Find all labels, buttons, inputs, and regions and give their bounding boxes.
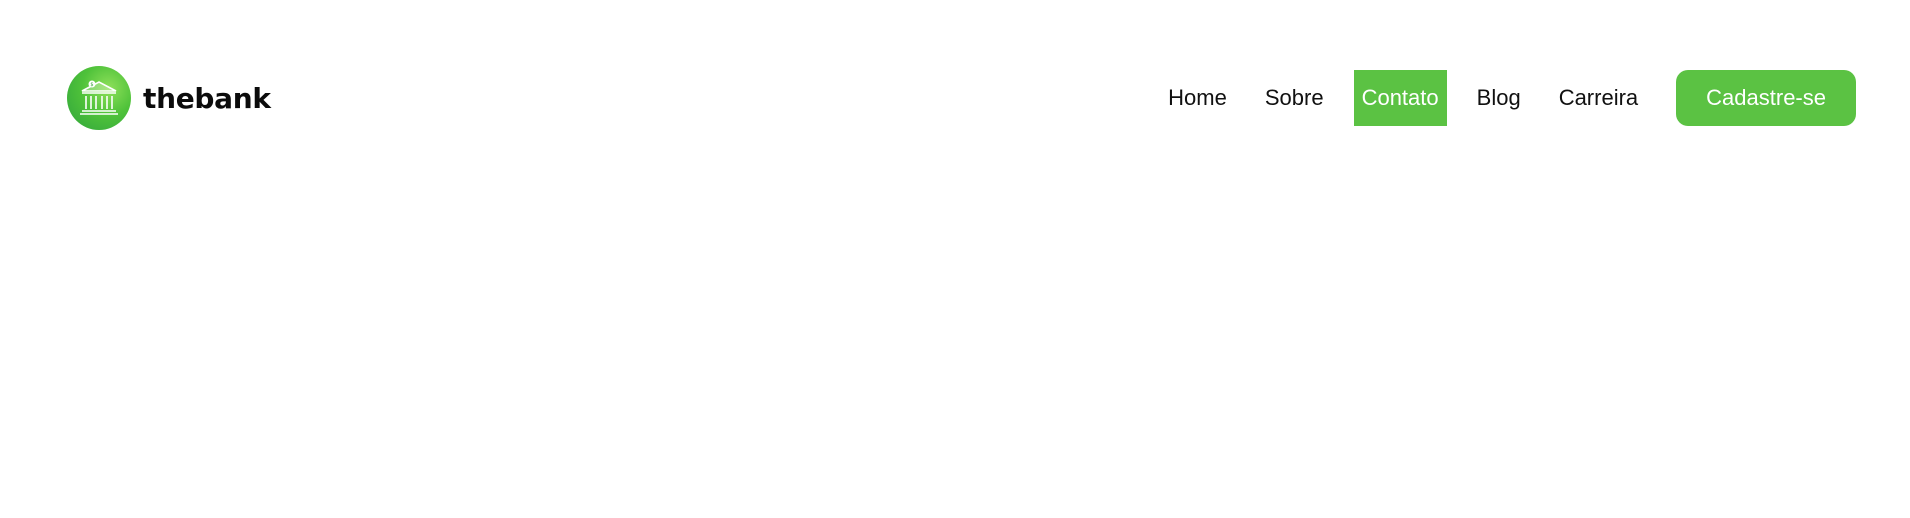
nav-item-blog[interactable]: Blog bbox=[1469, 70, 1529, 126]
nav-item-sobre[interactable]: Sobre bbox=[1257, 70, 1332, 126]
main-nav: Home Sobre Contato Blog Carreira Cadastr… bbox=[1160, 70, 1856, 126]
bank-building-icon: $ bbox=[67, 66, 131, 130]
svg-text:$: $ bbox=[90, 82, 93, 88]
brand-name: thebank bbox=[143, 81, 271, 115]
nav-item-contato[interactable]: Contato bbox=[1353, 70, 1447, 126]
site-header: $ thebank Home Sobre Contato Blog Carrei… bbox=[0, 0, 1910, 518]
nav-item-home[interactable]: Home bbox=[1160, 70, 1235, 126]
nav-item-carreira[interactable]: Carreira bbox=[1551, 70, 1646, 126]
signup-button[interactable]: Cadastre-se bbox=[1676, 70, 1856, 126]
brand-logo-link[interactable]: $ thebank bbox=[67, 66, 271, 130]
